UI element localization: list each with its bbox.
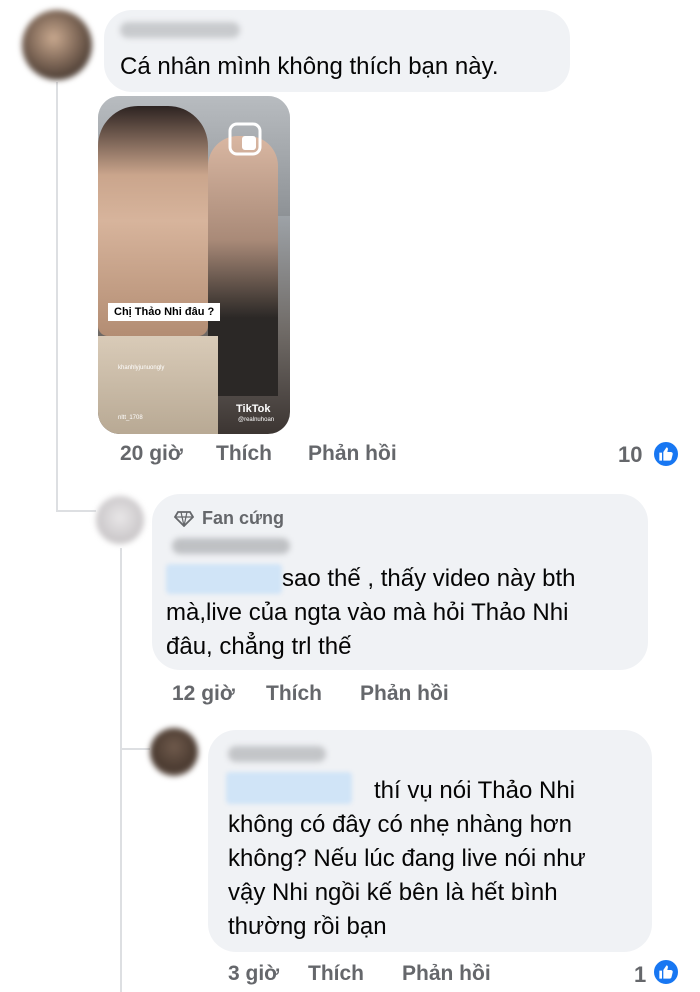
thread-line-reply — [120, 548, 122, 992]
thread-line — [56, 82, 58, 512]
thread-connector-reply — [120, 748, 150, 750]
fan-badge: Fan cứng — [174, 508, 284, 529]
video-username: khanhlyjunuongly — [118, 365, 165, 371]
reply-button[interactable]: Phản hồi — [402, 962, 491, 986]
video-overlay-text: Chị Thảo Nhi đâu ? — [108, 303, 221, 321]
comment-text: sao thế , thấy video này bth mà,live của… — [166, 565, 576, 660]
reply-button[interactable]: Phản hồi — [360, 682, 449, 706]
like-button[interactable]: Thích — [266, 682, 322, 706]
commenter-name[interactable] — [172, 538, 290, 554]
commenter-name[interactable] — [120, 22, 240, 38]
comment-bubble: Cá nhân mình không thích bạn này. — [104, 10, 570, 92]
thumbs-up-icon[interactable] — [652, 958, 680, 986]
comment-time[interactable]: 20 giờ — [120, 442, 183, 466]
video-username-small: nltt_1708 — [118, 415, 143, 421]
comment-bubble: thí vụ nói Thảo Nhi không có đây có nhẹ … — [208, 730, 652, 952]
badge-label: Fan cứng — [202, 508, 285, 528]
comment-media-video[interactable]: Chị Thảo Nhi đâu ? khanhlyjunuongly nltt… — [98, 96, 290, 434]
thread-connector — [56, 510, 96, 512]
comment-time[interactable]: 3 giờ — [228, 962, 279, 986]
tiktok-handle: @realnuhoan — [238, 417, 275, 423]
reply-button[interactable]: Phản hồi — [308, 442, 397, 466]
diamond-icon — [174, 510, 194, 527]
commenter-name[interactable] — [228, 746, 326, 762]
like-button[interactable]: Thích — [308, 962, 364, 986]
comment-text: Cá nhân mình không thích bạn này. — [120, 53, 499, 80]
thumbs-up-icon[interactable] — [652, 440, 680, 468]
like-button[interactable]: Thích — [216, 442, 272, 466]
avatar[interactable] — [22, 10, 92, 80]
comment-bubble: Fan cứng sao thế , thấy video này bth mà… — [152, 494, 648, 670]
avatar[interactable] — [150, 728, 198, 776]
reaction-count[interactable]: 1 — [634, 962, 646, 988]
tiktok-logo: TikTok — [236, 403, 271, 415]
comment-text: thí vụ nói Thảo Nhi không có đây có nhẹ … — [228, 777, 586, 940]
picture-in-picture-icon[interactable] — [228, 122, 262, 156]
reaction-count[interactable]: 10 — [618, 442, 642, 468]
comment-time[interactable]: 12 giờ — [172, 682, 235, 706]
avatar[interactable] — [96, 496, 144, 544]
